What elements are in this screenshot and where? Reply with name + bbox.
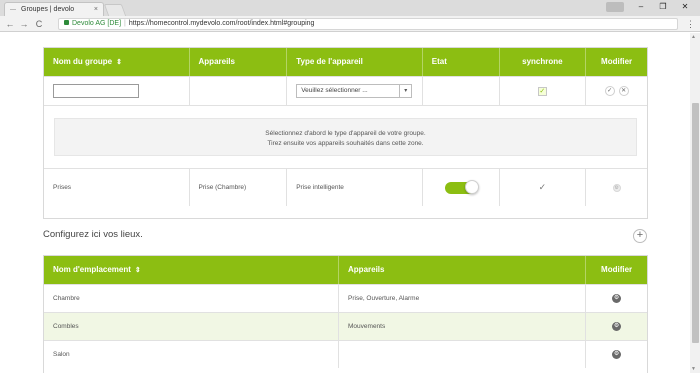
groups-table: Nom du groupe ⇕ Appareils Type de l'appar… (43, 47, 648, 219)
gear-icon[interactable]: ⚙ (612, 350, 622, 359)
sort-icon[interactable]: ⇕ (135, 267, 141, 274)
browser-titlebar: --- Groupes | devolo × – ❐ ✕ (0, 0, 700, 16)
column-header-group-name[interactable]: Nom du groupe ⇕ (44, 48, 190, 76)
dropzone-instruction-2: Tirez ensuite vos appareils souhaités da… (267, 140, 424, 147)
minimize-icon[interactable]: – (630, 0, 652, 14)
location-modify-cell: ⚙ (586, 313, 647, 340)
group-name-cell: Prises (44, 169, 190, 206)
table-row: Chambre Prise, Ouverture, Alarme ⚙ (44, 284, 647, 312)
column-header-modify: Modifier (601, 57, 633, 66)
new-tab-button[interactable] (103, 4, 127, 16)
close-window-icon[interactable]: ✕ (674, 0, 696, 14)
tab-title: Groupes | devolo (21, 6, 75, 13)
sync-checkbox[interactable]: ✓ (537, 86, 547, 96)
group-type-cell: Prise intelligente (287, 169, 423, 206)
gear-icon[interactable]: ⚙ (612, 322, 622, 331)
new-group-sync-cell: ✓ (500, 77, 587, 105)
column-header-sync: synchrone (500, 48, 587, 76)
scrollbar-thumb[interactable] (692, 103, 699, 343)
sync-check-icon: ✓ (538, 182, 547, 192)
device-type-select[interactable]: Veuillez sélectionner ... ▾ (296, 84, 413, 98)
location-devices-cell: Mouvements (339, 313, 587, 340)
location-name-cell: Salon (44, 341, 340, 368)
table-row: Combles Mouvements ⚙ (44, 312, 647, 340)
sort-icon[interactable]: ⇕ (116, 59, 122, 66)
location-devices-cell (339, 341, 587, 368)
profile-icon[interactable] (606, 2, 624, 12)
location-modify-cell: ⚙ (586, 341, 647, 368)
back-arrow-icon[interactable]: ← (4, 17, 16, 31)
add-location-button[interactable]: + (633, 229, 647, 243)
group-name-input[interactable] (53, 84, 139, 98)
location-devices-cell: Prise, Ouverture, Alarme (339, 285, 587, 312)
gear-icon[interactable]: ⚙ (612, 294, 622, 303)
new-group-type-cell: Veuillez sélectionner ... ▾ (287, 77, 423, 105)
tab-favicon-icon: --- (10, 7, 16, 13)
new-group-state-cell (423, 77, 500, 105)
scroll-down-icon[interactable]: ▼ (691, 366, 696, 372)
address-bar[interactable]: Devolo AG [DE] | https://homecontrol.mydev… (58, 18, 678, 30)
column-header-location-devices: Appareils (339, 256, 587, 284)
page-content: Nom du groupe ⇕ Appareils Type de l'appar… (0, 33, 700, 373)
vertical-scrollbar[interactable]: ▲ ▼ (690, 33, 700, 373)
gear-icon[interactable]: ⚙ (612, 183, 621, 192)
browser-toolbar: ← → C Devolo AG [DE] | https://homecontrol… (0, 16, 700, 32)
new-group-actions-cell: ✓ ✕ (586, 77, 647, 105)
group-state-cell (423, 169, 500, 206)
location-modify-cell: ⚙ (586, 285, 647, 312)
column-header-label: Nom du groupe (53, 57, 113, 66)
column-header-devices: Appareils (190, 48, 288, 76)
column-header-state: Etat (423, 48, 500, 76)
url-text: https://homecontrol.mydevolo.com/root/in… (128, 20, 315, 27)
device-type-select-value: Veuillez sélectionner ... (301, 87, 368, 94)
table-row: Prises Prise (Chambre) Prise intelligent… (44, 168, 647, 206)
state-toggle-switch[interactable] (444, 179, 479, 194)
dropzone-row: Sélectionnez d'abord le type d'appareil … (44, 105, 647, 168)
toggle-knob (464, 179, 479, 194)
column-header-location-name[interactable]: Nom d'emplacement ⇕ (44, 256, 340, 284)
maximize-icon[interactable]: ❐ (652, 0, 674, 14)
dropzone-instruction-1: Sélectionnez d'abord le type d'appareil … (265, 130, 426, 137)
locations-section-title: Configurez ici vos lieux. (43, 229, 143, 240)
scroll-up-icon[interactable]: ▲ (691, 34, 696, 40)
confirm-check-icon[interactable]: ✓ (604, 86, 615, 96)
location-name-cell: Combles (44, 313, 340, 340)
location-name-cell: Chambre (44, 285, 340, 312)
column-header-location-modify: Modifier (601, 265, 633, 274)
locations-table: Nom d'emplacement ⇕ Appareils Modifier Ch… (43, 255, 648, 373)
new-group-name-cell (44, 77, 190, 105)
group-sync-cell: ✓ (500, 169, 587, 206)
reload-icon[interactable]: C (33, 17, 45, 31)
tab-close-icon[interactable]: × (94, 3, 98, 16)
lock-icon (64, 20, 69, 25)
groups-table-header: Nom du groupe ⇕ Appareils Type de l'appar… (44, 48, 647, 76)
url-separator: | (124, 20, 126, 27)
group-modify-cell: ⚙ (586, 169, 647, 206)
table-row: Salon ⚙ (44, 340, 647, 368)
column-header-label: Nom d'emplacement (53, 265, 131, 274)
new-group-devices-cell (190, 77, 288, 105)
cancel-x-icon[interactable]: ✕ (618, 86, 629, 96)
new-group-row: Veuillez sélectionner ... ▾ ✓ ✓ ✕ (44, 76, 647, 105)
chevron-down-icon: ▾ (399, 85, 411, 97)
browser-tab[interactable]: --- Groupes | devolo × (4, 2, 104, 16)
group-devices-cell: Prise (Chambre) (190, 169, 288, 206)
column-header-device-type: Type de l'appareil (287, 48, 423, 76)
secure-site-label: Devolo AG [DE] (72, 20, 122, 27)
device-dropzone[interactable]: Sélectionnez d'abord le type d'appareil … (54, 118, 637, 156)
browser-menu-icon[interactable]: ⋮ (686, 17, 695, 31)
forward-arrow-icon[interactable]: → (18, 17, 30, 31)
locations-table-header: Nom d'emplacement ⇕ Appareils Modifier (44, 256, 647, 284)
